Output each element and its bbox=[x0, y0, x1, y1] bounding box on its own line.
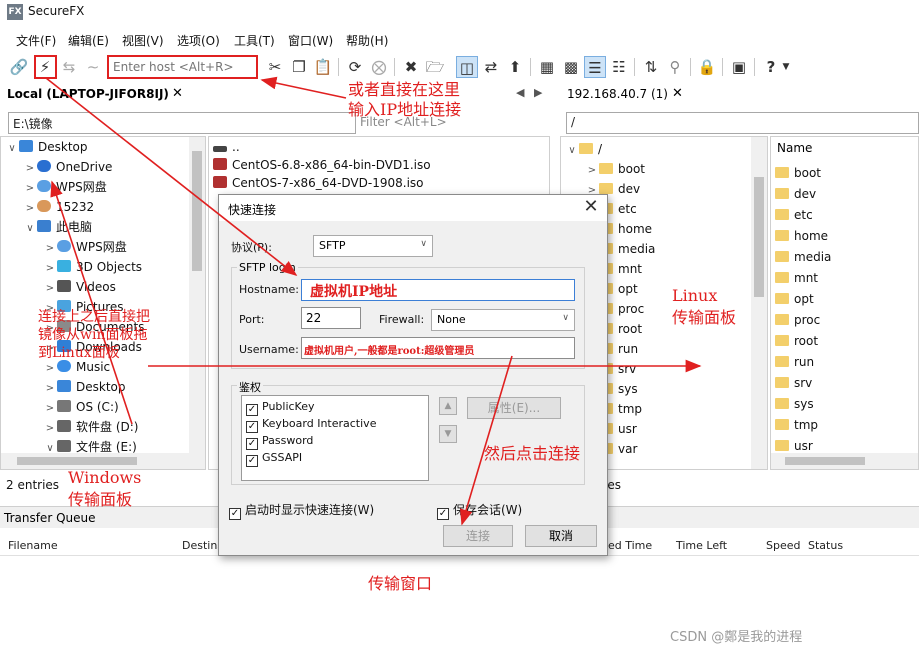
arrow-quick-connect bbox=[45, 77, 298, 276]
annotation-drag-line2: 镜像从win面板拖 bbox=[38, 327, 148, 343]
annotation-linux-line2: 传输面板 bbox=[672, 308, 737, 327]
annotation-direct-line2: 输入IP地址连接 bbox=[348, 100, 462, 119]
annotation-drag-line3: 到Linux面板 bbox=[38, 345, 120, 361]
annotation-linux-line1: Linux bbox=[672, 286, 718, 305]
annotation-drag-line1: 连接上之后直接把 bbox=[38, 309, 150, 325]
watermark: CSDN @鄭是我的进程 bbox=[670, 630, 803, 645]
arrow-host-input bbox=[260, 76, 347, 99]
arrow-connect-button bbox=[459, 355, 513, 526]
annotation-windows-line1: Windows bbox=[68, 468, 142, 487]
annotation-windows-line2: 传输面板 bbox=[68, 490, 133, 509]
annotation-click-connect: 然后点击连接 bbox=[484, 444, 581, 463]
annotation-transfer-window: 传输窗口 bbox=[368, 574, 433, 593]
annotation-direct-line1: 或者直接在这里 bbox=[348, 80, 461, 99]
arrow-windows-pane bbox=[50, 180, 133, 425]
